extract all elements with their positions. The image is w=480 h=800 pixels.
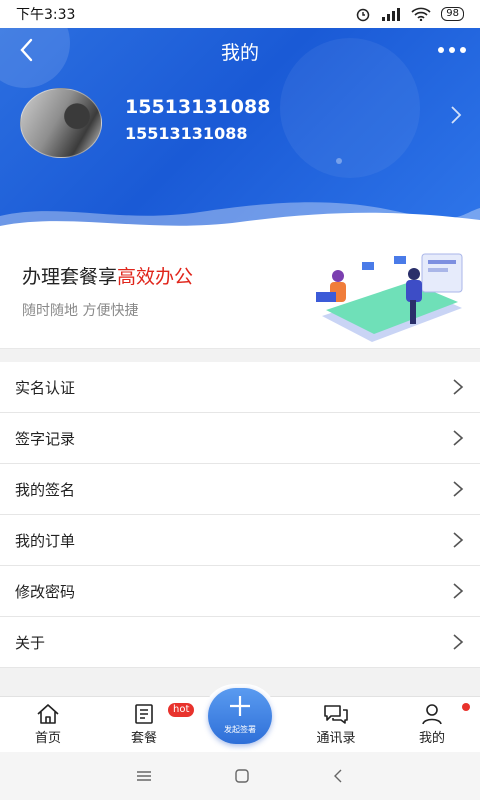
hot-badge: hot	[168, 703, 195, 717]
start-sign-label: 发起签署	[224, 725, 256, 734]
promo-title: 办理套餐享高效办公	[22, 262, 193, 289]
tab-home-label: 首页	[34, 731, 61, 746]
alarm-icon	[357, 8, 370, 22]
chevron-right-icon	[453, 379, 464, 395]
menu-item-label: 实名认证	[15, 378, 76, 397]
status-icons: 98	[355, 6, 464, 22]
chevron-right-icon	[453, 583, 464, 599]
decor-bubble	[336, 158, 342, 164]
menu-item-sign-records[interactable]: 签字记录	[0, 413, 480, 464]
menu-item-label: 我的订单	[15, 531, 76, 550]
notification-dot	[462, 703, 470, 711]
promo-title-highlight: 高效办公	[117, 266, 194, 288]
system-nav-bar	[0, 752, 480, 800]
tab-contacts[interactable]: 通讯录	[301, 703, 371, 746]
page-title: 我的	[220, 41, 259, 64]
menu-icon[interactable]	[136, 770, 152, 782]
menu-item-about[interactable]: 关于	[0, 617, 480, 668]
signal-icon	[382, 8, 401, 21]
plus-icon	[230, 696, 250, 716]
promo-title-prefix: 办理套餐享	[22, 266, 118, 288]
profile-header: 我的 15513131088 15513131088	[0, 28, 480, 240]
user-phone-secondary: 15513131088	[125, 124, 248, 143]
document-icon	[135, 704, 153, 724]
user-phone-primary: 15513131088	[125, 96, 271, 118]
promo-illustration	[316, 253, 463, 342]
promo-subtitle: 随时随地 方便快捷	[22, 303, 139, 319]
tab-package-label: 套餐	[130, 731, 157, 746]
battery-indicator: 98	[441, 7, 464, 21]
menu-item-label: 修改密码	[15, 582, 76, 601]
status-bar: 下午3:33 98	[0, 0, 480, 28]
home-square-icon[interactable]	[234, 768, 250, 784]
home-icon	[37, 704, 59, 724]
top-nav: 我的	[0, 28, 480, 74]
tab-mine-label: 我的	[418, 731, 445, 746]
menu-item-change-password[interactable]: 修改密码	[0, 566, 480, 617]
tab-home[interactable]: 首页	[13, 703, 83, 746]
menu-list: 实名认证 签字记录 我的签名 我的订单 修改密码 关于	[0, 362, 480, 668]
avatar[interactable]	[20, 88, 102, 158]
menu-item-real-name[interactable]: 实名认证	[0, 362, 480, 413]
back-icon[interactable]	[332, 768, 344, 784]
tab-mine[interactable]: 我的	[397, 703, 467, 746]
tab-contacts-label: 通讯录	[316, 731, 356, 746]
chevron-right-icon	[453, 430, 464, 446]
back-arrow-icon[interactable]	[14, 37, 40, 63]
menu-item-my-signature[interactable]: 我的签名	[0, 464, 480, 515]
chevron-right-icon	[453, 481, 464, 497]
user-icon	[422, 704, 442, 725]
menu-item-label: 签字记录	[15, 429, 76, 448]
chevron-right-icon[interactable]	[448, 104, 464, 126]
chevron-right-icon	[453, 532, 464, 548]
promo-banner[interactable]: 办理套餐享高效办公 随时随地 方便快捷	[0, 240, 480, 349]
chat-icon	[324, 705, 348, 724]
menu-item-label: 关于	[15, 633, 46, 652]
header-wave	[0, 202, 480, 240]
menu-item-my-orders[interactable]: 我的订单	[0, 515, 480, 566]
chevron-right-icon	[453, 634, 464, 650]
menu-item-label: 我的签名	[15, 480, 76, 499]
more-dots-icon[interactable]	[436, 40, 468, 60]
status-time: 下午3:33	[16, 7, 76, 23]
start-sign-button[interactable]: 发起签署	[208, 688, 272, 744]
wifi-icon	[411, 7, 431, 21]
